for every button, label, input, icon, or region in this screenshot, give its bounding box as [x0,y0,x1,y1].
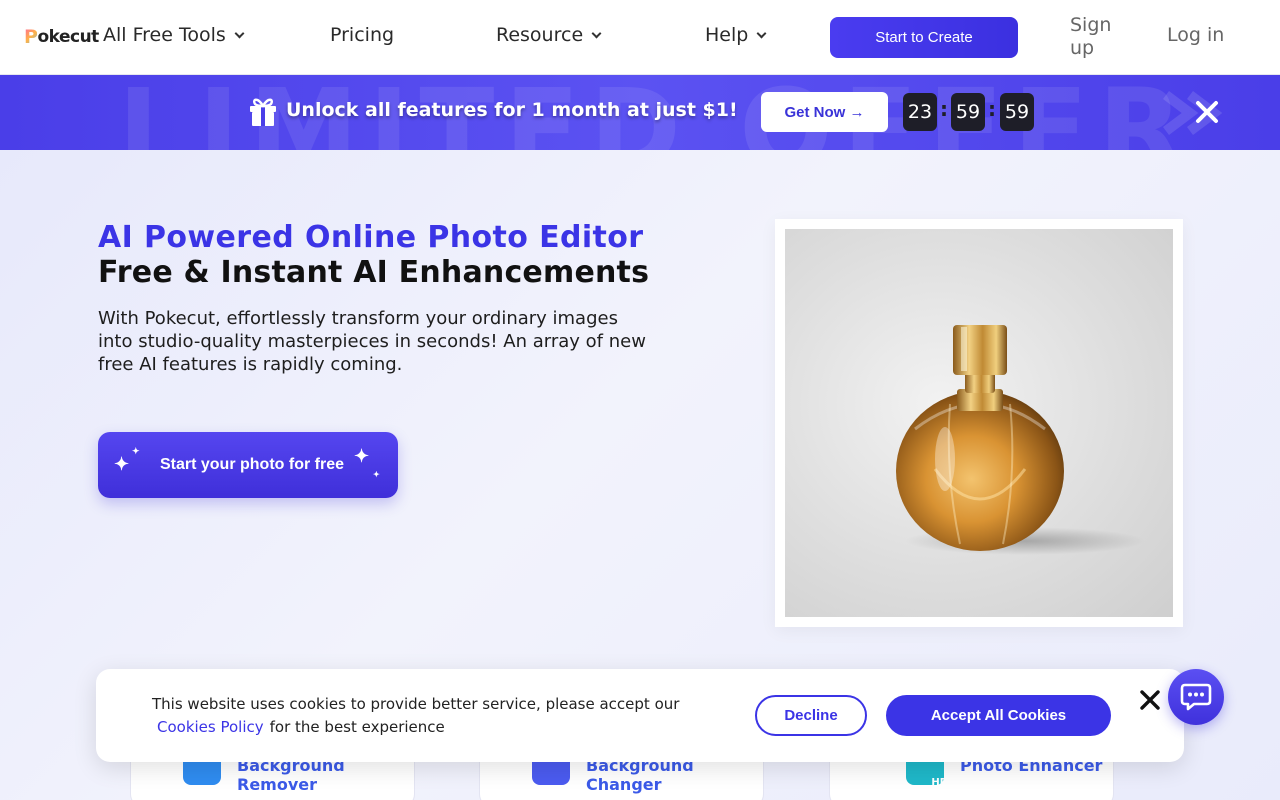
hero-title-primary: AI Powered Online Photo Editor [98,220,644,255]
accept-all-cookies-button[interactable]: Accept All Cookies [886,695,1111,736]
nav-item-pricing[interactable]: Pricing [330,24,394,46]
sign-up-link[interactable]: Sign up [1070,14,1130,60]
perfume-bottle-illustration [896,325,1145,555]
start-to-create-button[interactable]: Start to Create [830,17,1018,58]
cookie-text-after: for the best experience [269,718,445,736]
decline-cookies-button[interactable]: Decline [755,695,867,736]
gift-icon [250,98,276,126]
timer-separator: : [988,97,996,121]
pokecut-logo[interactable]: P okecut [24,26,99,48]
cookie-banner: This website uses cookies to provide bet… [96,669,1184,762]
get-now-button[interactable]: Get Now → [761,92,888,132]
nav-item-help[interactable]: Help [705,24,767,46]
sparkle-icon: ✦ [354,446,370,466]
chat-support-button[interactable] [1168,669,1224,725]
nav-item-label: Pricing [330,24,395,46]
timer-hours: 23 [903,93,937,131]
promo-message: Unlock all features for 1 month at just … [286,99,738,121]
nav-item-label: Help [705,24,749,46]
hd-badge: HD [931,777,948,788]
nav-item-resource[interactable]: Resource [496,24,602,46]
logo-text: okecut [37,27,99,47]
cookie-text-before: This website uses cookies to provide bet… [152,695,680,713]
hero-image-frame [775,219,1183,627]
nav-item-label: Resource [496,24,584,46]
cookie-message: This website uses cookies to provide bet… [152,693,679,739]
log-in-link[interactable]: Log in [1167,24,1224,46]
cookies-policy-link[interactable]: Cookies Policy [157,718,264,736]
nav-item-label: All Free Tools [103,24,226,46]
sparkle-icon: ✦ [373,470,380,479]
hero-title-secondary: Free & Instant AI Enhancements [98,255,650,290]
logo-initial: P [24,26,38,48]
timer-seconds: 59 [1000,93,1034,131]
chevron-down-icon [591,28,602,38]
chat-icon [1180,683,1212,711]
promo-banner: LIMITED OFFER Unlock all features for 1 … [0,75,1280,150]
nav-item-all-free-tools[interactable]: All Free Tools [103,24,245,46]
start-photo-label: Start your photo for free [159,456,344,473]
hero-description: With Pokecut, effortlessly transform you… [98,308,646,375]
sparkle-icon: ✦ [114,454,130,474]
chevron-down-icon [756,28,767,38]
close-icon[interactable] [1194,99,1220,125]
timer-separator: : [940,97,948,121]
close-icon[interactable] [1138,688,1162,712]
start-photo-button[interactable]: ✦ ✦ Start your photo for free ✦ ✦ [98,432,398,498]
top-nav: P okecut All Free Tools Pricing Resource… [0,0,1280,75]
sparkle-icon: ✦ [132,446,140,456]
chevron-down-icon [234,28,245,38]
perfume-bottle-image [785,229,1173,617]
timer-minutes: 59 [951,93,985,131]
